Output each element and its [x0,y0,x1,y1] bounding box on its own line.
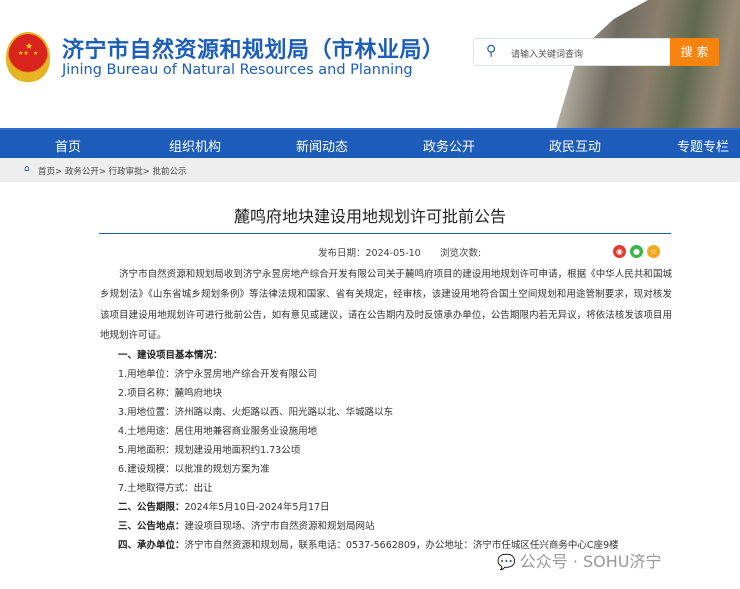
list-item: 6.建设规模：以批准的规划方案为准 [118,464,270,475]
wechat-share-icon[interactable]: ● [630,245,643,258]
notice-period: 2024年5月10日-2024年5月17日 [184,502,330,513]
list-item: 7.土地取得方式：出让 [118,483,213,494]
nav-gov-affairs[interactable]: 政务公开 [423,136,475,155]
breadcrumb-path[interactable]: 首页> 政务公开> 行政审批> 批前公示 [38,165,186,177]
notice-location: 建设项目现场、济宁市自然资源和规划局网站 [184,521,375,532]
list-item: 3.用地位置：济州路以南、火炬路以西、阳光路以北、华城路以东 [118,407,394,418]
weibo-share-icon[interactable]: ◉ [613,245,626,258]
watermark: 💬 公众号 · SOHU济宁 [497,548,661,572]
favorite-star-icon[interactable]: ☆ [647,245,660,258]
search-button[interactable]: 搜 索 [670,38,719,66]
nav-topics[interactable]: 专题专栏 [677,136,729,155]
list-item: 1.用地单位：济宁永昱房地产综合开发有限公司 [118,369,318,380]
list-item: 2.项目名称：麓鸣府地块 [118,388,223,399]
section-heading: 四、承办单位： [118,540,185,551]
title-divider [99,233,671,234]
section-heading: 三、公告地点： [118,521,185,532]
national-emblem-logo: ★ ★★ ★ [6,32,50,82]
publish-date: 发布日期：2024-05-10 [318,248,421,259]
breadcrumb: ⌂ 首页> 政务公开> 行政审批> 批前公示 [0,158,740,182]
search-box[interactable]: ⚲ 请输入关键词查询 搜 索 [473,38,719,66]
list-item: 4.土地用途：居住用地兼容商业服务业设施用地 [118,426,318,437]
main-nav: 首页 组织机构 新闻动态 政务公开 政民互动 专题专栏 [0,128,740,158]
section-heading: 一、建设项目基本情况： [118,350,223,361]
list-item: 5.用地面积：规划建设用地面积约1.73公顷 [118,445,301,456]
wechat-icon: 💬 [497,553,516,571]
watermark-text: 公众号 · SOHU济宁 [519,552,662,571]
nav-organization[interactable]: 组织机构 [169,136,221,155]
site-header: ★ ★★ ★ 济宁市自然资源和规划局（市林业局） Jining Bureau of … [0,0,740,128]
site-subtitle: Jining Bureau of Natural Resources and P… [62,62,413,78]
nav-interaction[interactable]: 政民互动 [549,136,601,155]
home-icon[interactable]: ⌂ [24,164,30,174]
search-input[interactable]: 请输入关键词查询 [511,47,583,60]
section-heading: 二、公告期限： [118,502,185,513]
search-icon: ⚲ [486,43,497,59]
site-title: 济宁市自然资源和规划局（市林业局） [62,38,445,63]
nav-home[interactable]: 首页 [55,136,81,155]
article-intro: 济宁市自然资源和规划局收到济宁永昱房地产综合开发有限公司关于麓鸣府项目的建设用地… [100,269,672,341]
nav-news[interactable]: 新闻动态 [296,136,348,155]
article-title: 麓鸣府地块建设用地规划许可批前公告 [233,207,506,226]
view-count: 浏览次数: [440,248,482,259]
